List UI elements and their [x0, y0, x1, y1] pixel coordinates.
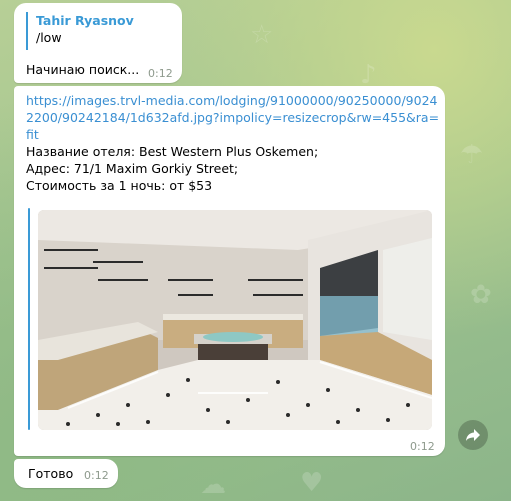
- hotel-price-line: Стоимость за 1 ночь: от $53: [26, 178, 213, 193]
- wallpaper-doodle: ♥: [300, 468, 324, 498]
- message-time: 0:12: [84, 469, 109, 482]
- forward-button[interactable]: [458, 420, 488, 450]
- message-text: Готово: [28, 466, 74, 481]
- reply-author: Tahir Ryasnov: [36, 13, 134, 28]
- hotel-name-line: Название отеля: Best Western Plus Oskeme…: [26, 144, 319, 159]
- reply-quote[interactable]: Tahir Ryasnov /low: [26, 12, 134, 50]
- hotel-photo[interactable]: [38, 210, 432, 430]
- message-text: Начинаю поиск...: [26, 62, 140, 77]
- link-preview-bar: [28, 208, 30, 430]
- message-hotel-result[interactable]: https://images.trvl-media.com/lodging/91…: [14, 86, 445, 456]
- message-time: 0:12: [410, 440, 435, 453]
- image-link[interactable]: https://images.trvl-media.com/lodging/91…: [26, 92, 441, 143]
- wallpaper-doodle: ✿: [470, 280, 492, 310]
- hotel-address-line: Адрес: 71/1 Maxim Gorkiy Street;: [26, 161, 239, 176]
- wallpaper-doodle: ☂: [460, 140, 484, 170]
- wallpaper-doodle: ☁: [200, 470, 226, 500]
- forward-arrow-icon: [466, 429, 480, 441]
- message-search-started[interactable]: Tahir Ryasnov /low Начинаю поиск... 0:12: [14, 3, 182, 83]
- message-done[interactable]: Готово 0:12: [14, 459, 118, 488]
- reply-text: /low: [36, 30, 62, 45]
- message-time: 0:12: [148, 67, 173, 80]
- wallpaper-doodle: ☆: [250, 20, 274, 50]
